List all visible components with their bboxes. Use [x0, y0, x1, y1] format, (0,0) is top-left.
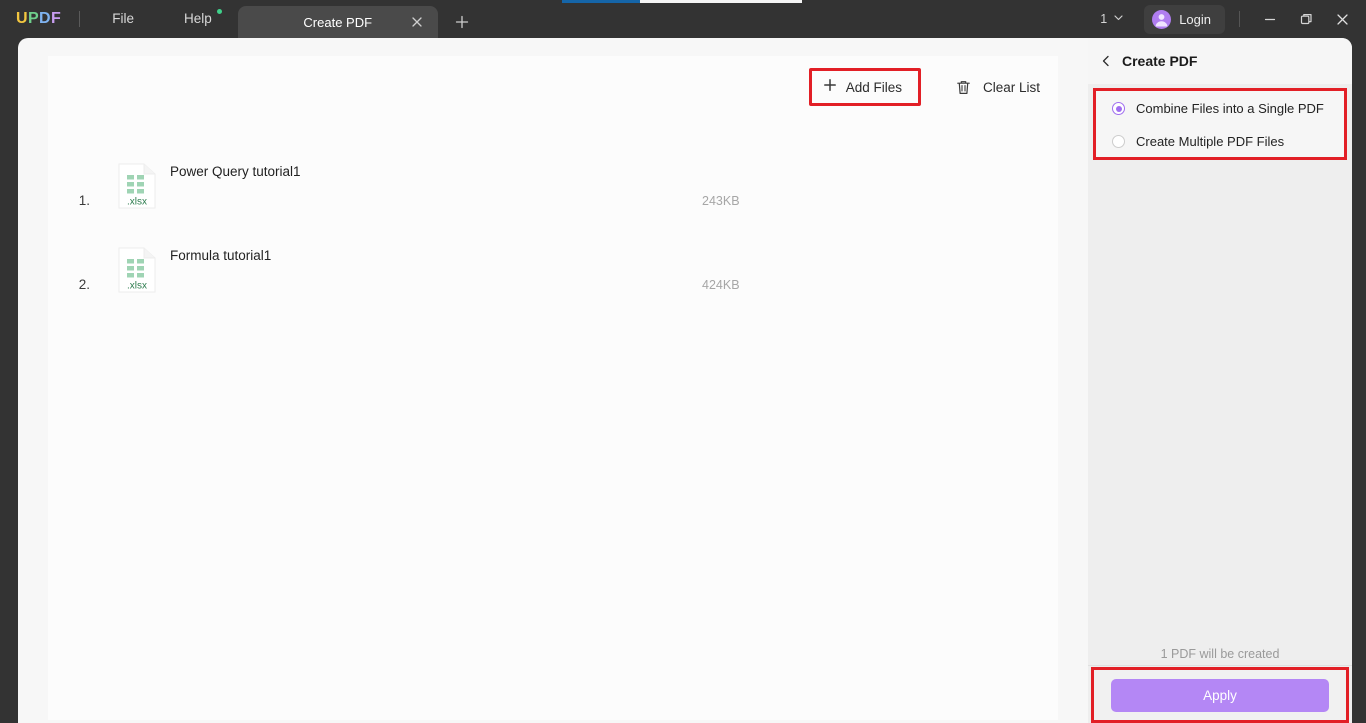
- file-name: Power Query tutorial1: [170, 164, 301, 179]
- avatar: [1152, 10, 1171, 29]
- menu-file[interactable]: File: [102, 0, 144, 38]
- apply-button[interactable]: Apply: [1111, 679, 1329, 712]
- file-row[interactable]: 1. .xlsx: [48, 144, 1058, 228]
- xlsx-file-icon: .xlsx: [118, 247, 156, 293]
- side-panel-title: Create PDF: [1122, 53, 1197, 69]
- title-bar: UPDF File Help Create PDF: [0, 0, 1366, 38]
- add-files-label: Add Files: [846, 80, 902, 95]
- radio-combine-single-pdf[interactable]: Combine Files into a Single PDF: [1096, 92, 1344, 125]
- login-label: Login: [1179, 12, 1211, 27]
- create-pdf-side-panel: Create PDF Combine Files into a Single P…: [1088, 38, 1352, 723]
- radio-dot: [1116, 106, 1122, 112]
- radio-combine-single-pdf-label: Combine Files into a Single PDF: [1136, 101, 1324, 116]
- file-index: 2.: [48, 277, 94, 292]
- minimize-icon[interactable]: [1252, 0, 1288, 38]
- logo-divider: [79, 11, 80, 27]
- login-button[interactable]: Login: [1144, 5, 1225, 34]
- titlebar-divider: [1239, 11, 1240, 27]
- pdf-mode-highlight: Combine Files into a Single PDF Create M…: [1093, 88, 1347, 160]
- file-rows: 1. .xlsx: [48, 144, 1058, 312]
- file-size: 424KB: [702, 278, 740, 292]
- svg-text:.xlsx: .xlsx: [127, 197, 147, 208]
- file-index: 1.: [48, 193, 94, 208]
- logo-letter-u: U: [16, 10, 28, 27]
- pdf-count-note: 1 PDF will be created: [1088, 647, 1352, 661]
- logo-letter-f: F: [51, 10, 61, 27]
- help-notification-dot: [217, 9, 222, 14]
- new-tab-button[interactable]: [444, 6, 480, 38]
- tab-strip: Create PDF: [238, 0, 480, 38]
- radio-create-multiple-pdfs-label: Create Multiple PDF Files: [1136, 134, 1284, 149]
- plus-icon: [823, 78, 837, 96]
- tab-create-pdf-label: Create PDF: [303, 15, 372, 30]
- menu-help-label: Help: [184, 11, 212, 26]
- logo-letter-d: D: [39, 10, 51, 27]
- xlsx-file-icon: .xlsx: [118, 163, 156, 209]
- updf-logo: UPDF: [16, 10, 61, 28]
- svg-text:.xlsx: .xlsx: [127, 281, 147, 292]
- radio-icon-unselected: [1112, 135, 1125, 148]
- logo-letter-p: P: [28, 10, 39, 27]
- progress-white-segment: [640, 0, 802, 3]
- trash-icon: [955, 79, 972, 96]
- apply-highlight: Apply: [1091, 667, 1349, 723]
- title-bar-right-controls: 1 Login: [1090, 0, 1366, 38]
- clear-list-button[interactable]: Clear List: [947, 74, 1048, 101]
- clear-list-label: Clear List: [983, 80, 1040, 95]
- radio-create-multiple-pdfs[interactable]: Create Multiple PDF Files: [1096, 125, 1344, 158]
- progress-blue-segment: [562, 0, 640, 3]
- side-panel-header: Create PDF: [1088, 38, 1352, 84]
- chevron-down-icon: [1113, 12, 1124, 26]
- file-list-toolbar: Add Files Clear List: [809, 68, 1048, 106]
- page-count-selector[interactable]: 1: [1090, 12, 1134, 26]
- maximize-icon[interactable]: [1288, 0, 1324, 38]
- close-window-icon[interactable]: [1324, 0, 1360, 38]
- side-panel-divider: [1088, 665, 1352, 666]
- main-content-panel: Add Files Clear List: [18, 38, 1088, 723]
- apply-button-label: Apply: [1203, 688, 1237, 703]
- workspace: Add Files Clear List: [0, 38, 1366, 723]
- file-size: 243KB: [702, 194, 740, 208]
- chevron-left-icon[interactable]: [1100, 55, 1112, 67]
- radio-icon-selected: [1112, 102, 1125, 115]
- file-row[interactable]: 2. .xlsx: [48, 228, 1058, 312]
- file-list-card: Add Files Clear List: [48, 56, 1058, 720]
- updf-window: UPDF File Help Create PDF: [0, 0, 1366, 723]
- add-files-highlight: Add Files: [809, 68, 921, 106]
- close-icon[interactable]: [410, 15, 424, 29]
- menu-help[interactable]: Help: [174, 0, 222, 38]
- page-count-value: 1: [1100, 12, 1107, 26]
- top-progress-strip: [0, 0, 1366, 3]
- add-files-button[interactable]: Add Files: [814, 73, 916, 101]
- file-name: Formula tutorial1: [170, 248, 271, 263]
- tab-create-pdf[interactable]: Create PDF: [238, 6, 438, 38]
